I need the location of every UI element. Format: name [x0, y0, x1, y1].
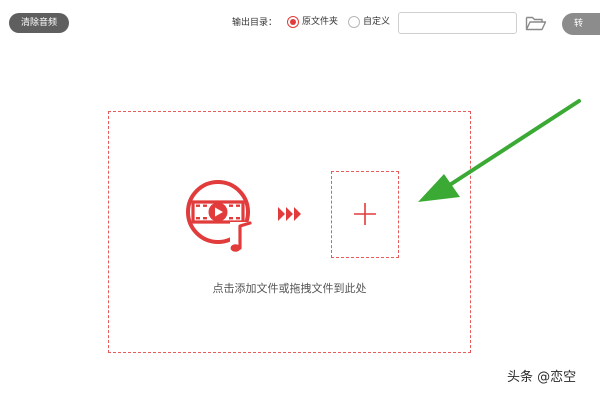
output-dir-label: 输出目录： — [232, 18, 278, 28]
music-video-icon — [186, 180, 252, 252]
output-path-input[interactable] — [398, 12, 517, 34]
forward-arrows-icon — [278, 207, 301, 221]
plus-icon — [354, 203, 376, 225]
radio-original-folder-label[interactable]: 原文件夹 — [302, 14, 338, 30]
drop-hint-text: 点击添加文件或拖拽文件到此处 — [212, 282, 367, 295]
radio-custom[interactable] — [348, 16, 360, 28]
file-drop-zone[interactable] — [108, 111, 471, 353]
start-button[interactable]: 转 — [562, 13, 600, 35]
radio-custom-label[interactable]: 自定义 — [363, 14, 390, 30]
toolbar: 清除音频 输出目录： 原文件夹 自定义 转 — [0, 0, 600, 46]
folder-open-icon[interactable] — [525, 14, 547, 32]
radio-original-folder[interactable] — [287, 16, 299, 28]
clear-music-button[interactable]: 清除音频 — [9, 13, 69, 33]
add-file-button[interactable] — [331, 171, 399, 258]
watermark-text: 头条 @恋空 — [507, 370, 577, 385]
